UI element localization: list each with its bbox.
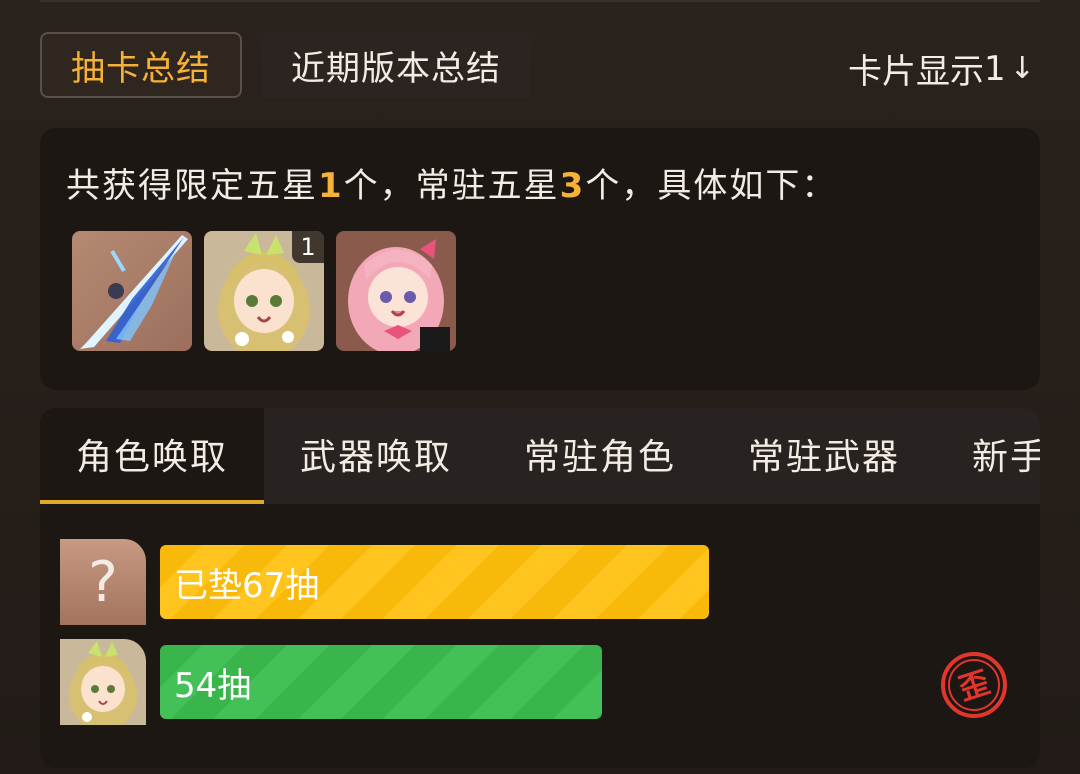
sort-arrows-icon: ↓ <box>1009 51 1035 86</box>
standard-count: 3 <box>559 166 586 206</box>
summary-suffix: 个，具体如下： <box>585 166 838 206</box>
summary-prefix: 共获得限定五星 <box>66 166 318 206</box>
unknown-question-icon: ? <box>60 539 146 625</box>
card-display-count: 1 <box>984 48 1006 89</box>
pull-records-panel: 角色唤取 武器唤取 常驻角色 常驻武器 新手 ? 已垫67抽 54抽 歪 <box>40 408 1040 768</box>
top-divider <box>40 0 1040 2</box>
pull-record-row: ? 已垫67抽 <box>60 539 1020 625</box>
character-green-hair-thumbnail[interactable]: 1 <box>204 231 324 351</box>
tab-gacha-summary[interactable]: 抽卡总结 <box>40 32 242 98</box>
character-pink-hair-thumbnail[interactable] <box>336 231 456 351</box>
tab-character-event[interactable]: 角色唤取 <box>40 408 264 504</box>
off-banner-stamp-icon: 歪 <box>940 651 1008 719</box>
weapon-sword-thumbnail[interactable] <box>72 231 192 351</box>
tab-weapon-event[interactable]: 武器唤取 <box>264 408 488 500</box>
obtained-summary-panel: 共获得限定五星1个，常驻五星3个，具体如下： 1 <box>40 128 1040 390</box>
svg-text:?: ? <box>88 550 118 615</box>
card-display-toggle[interactable]: 卡片显示 1 ↓ <box>848 44 1035 93</box>
summary-middle: 个，常驻五星 <box>343 166 560 206</box>
pull-record-row: 54抽 歪 <box>60 639 1020 725</box>
limited-count: 1 <box>318 166 344 206</box>
tab-version-summary[interactable]: 近期版本总结 <box>261 32 531 98</box>
tab-standard-character[interactable]: 常驻角色 <box>488 408 712 500</box>
character-green-hair-thumbnail <box>60 639 146 725</box>
pity-label: 已垫67抽 <box>174 565 320 606</box>
stamp-text: 歪 <box>955 665 994 708</box>
pool-tab-bar: 角色唤取 武器唤取 常驻角色 常驻武器 新手 <box>40 408 1040 504</box>
pull-count-label: 54抽 <box>174 665 252 706</box>
tab-standard-weapon[interactable]: 常驻武器 <box>712 408 936 500</box>
summary-text: 共获得限定五星1个，常驻五星3个，具体如下： <box>66 158 837 207</box>
pull-count-bar: 54抽 <box>160 645 602 719</box>
item-count-badge: 1 <box>292 231 324 263</box>
pity-progress-bar: 已垫67抽 <box>160 545 709 619</box>
card-display-label: 卡片显示 <box>848 52 984 92</box>
tab-beginner[interactable]: 新手 <box>936 408 1040 500</box>
